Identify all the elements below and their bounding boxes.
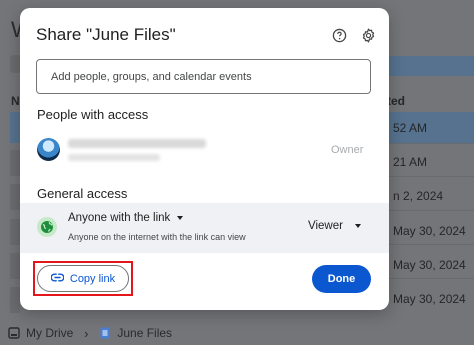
globe-icon: [37, 217, 57, 237]
access-scope-label: Anyone with the link: [68, 212, 171, 224]
add-people-input[interactable]: [36, 59, 371, 94]
header-bar-fragment: [387, 56, 474, 76]
general-access-row: Anyone with the link Anyone on the inter…: [20, 203, 389, 253]
general-access-title: General access: [37, 186, 128, 201]
breadcrumb-current-folder[interactable]: June Files: [117, 326, 172, 340]
date-column-header: ted: [387, 94, 405, 108]
row-fragment: [10, 219, 20, 245]
row-fragment: [10, 253, 20, 279]
row-date: n 2, 2024: [393, 189, 444, 203]
breadcrumb: My Drive › June Files: [0, 321, 474, 345]
blurred-user-email: [68, 154, 160, 161]
row-date: 21 AM: [393, 155, 428, 169]
access-role-label: Viewer: [308, 220, 343, 232]
row-fragment: [10, 184, 20, 210]
row-date: May 30, 2024: [393, 292, 466, 306]
access-role-dropdown[interactable]: Viewer: [308, 220, 361, 232]
people-section-title: People with access: [37, 107, 149, 122]
row-divider: [387, 176, 474, 177]
help-circle-icon[interactable]: [331, 27, 347, 43]
row-date: May 30, 2024: [393, 224, 466, 238]
breadcrumb-my-drive[interactable]: My Drive: [26, 326, 73, 340]
row-divider: [387, 143, 474, 144]
document-icon: [99, 327, 111, 339]
row-divider: [387, 210, 474, 211]
link-icon: [50, 273, 65, 285]
gear-icon[interactable]: [360, 27, 376, 43]
copy-link-button[interactable]: Copy link: [37, 265, 129, 292]
row-fragment: [10, 150, 20, 176]
row-date: May 30, 2024: [393, 258, 466, 272]
name-column-header: N: [11, 94, 20, 108]
blurred-user-name: [68, 139, 206, 148]
row-divider: [387, 278, 474, 279]
dialog-title: Share "June Files": [36, 25, 176, 44]
drive-icon: [8, 327, 20, 339]
dropdown-arrow-icon: [354, 224, 361, 228]
done-button[interactable]: Done: [312, 265, 371, 293]
row-date: 52 AM: [393, 121, 428, 135]
row-divider: [387, 244, 474, 245]
avatar: [37, 138, 60, 161]
chevron-right-icon: ›: [84, 325, 89, 341]
dropdown-arrow-icon: [177, 216, 184, 220]
row-fragment: [10, 287, 20, 313]
share-dialog: Share "June Files" People with access Ow…: [20, 8, 389, 310]
copy-link-label: Copy link: [69, 272, 116, 285]
access-scope-dropdown[interactable]: Anyone with the link: [68, 212, 184, 224]
owner-role-label: Owner: [331, 144, 364, 156]
access-description: Anyone on the internet with the link can…: [68, 232, 246, 242]
